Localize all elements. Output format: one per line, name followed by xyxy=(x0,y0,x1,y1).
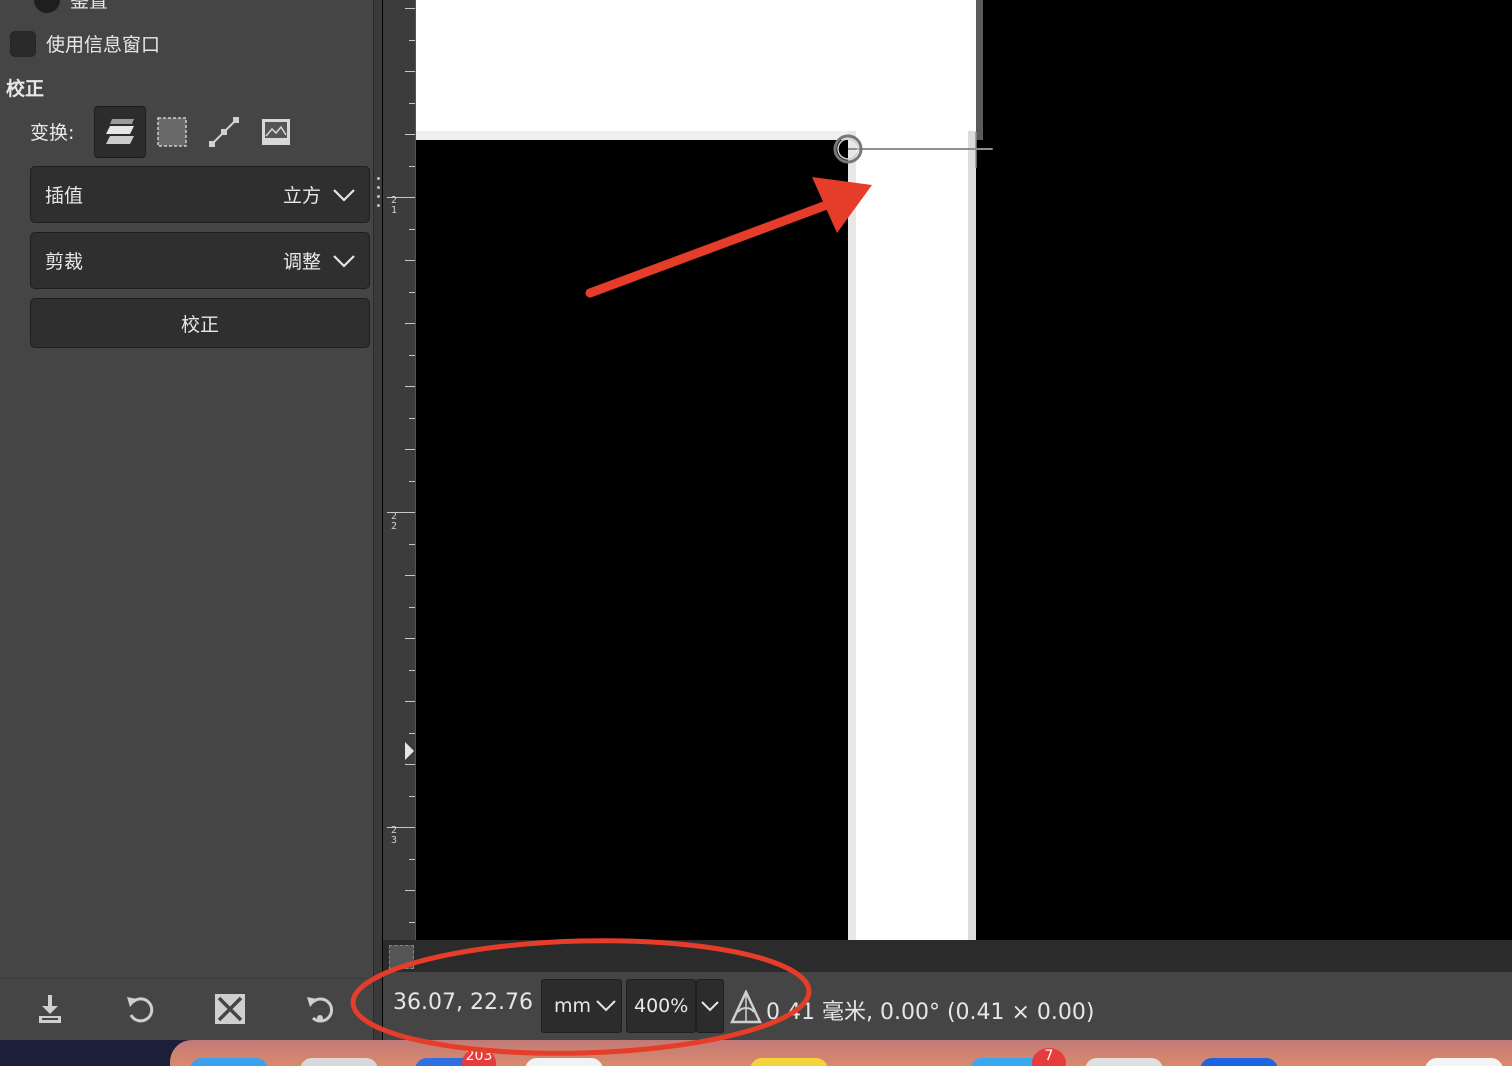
section-title-correct: 校正 xyxy=(6,78,45,100)
correct-button[interactable]: 校正 xyxy=(30,298,370,348)
ruler-tick xyxy=(409,859,415,860)
horizontal-scroll-strip xyxy=(383,940,1512,972)
dock-app-7[interactable] xyxy=(1085,1058,1163,1066)
transform-image-button[interactable] xyxy=(250,106,302,158)
dock-app-8[interactable] xyxy=(1200,1058,1278,1066)
unit-select[interactable]: mm xyxy=(541,979,622,1033)
ruler-tick xyxy=(409,922,415,923)
ruler-tick xyxy=(405,323,415,324)
panel-divider[interactable] xyxy=(373,0,382,1040)
save-preset-icon xyxy=(39,995,61,1023)
transform-label: 变换: xyxy=(30,122,75,144)
transform-layer-button[interactable] xyxy=(94,106,146,158)
ruler-tick xyxy=(409,670,415,671)
tool-options-bottom-bar xyxy=(0,978,373,1040)
dock-app-finder[interactable] xyxy=(190,1058,268,1066)
ruler-tick xyxy=(409,481,415,482)
clipping-label: 剪裁 xyxy=(45,251,84,273)
dock-app-notes[interactable] xyxy=(750,1058,828,1066)
chevron-down-icon xyxy=(333,254,355,268)
ruler-tick xyxy=(405,386,415,387)
ruler-tick xyxy=(405,134,415,135)
ruler-tick xyxy=(405,8,415,9)
grip-dot xyxy=(377,204,380,207)
selection-icon xyxy=(157,117,187,147)
dock-app-2[interactable] xyxy=(300,1058,378,1066)
grip-dot xyxy=(377,186,380,189)
ruler-label: 23 xyxy=(390,825,398,846)
tool-options-panel: 鉴置 使用信息窗口 校正 变换: 插值 立方 剪裁 调整 校正 xyxy=(0,0,373,978)
delete-preset-icon xyxy=(215,994,245,1024)
save-preset-button[interactable] xyxy=(30,989,70,1029)
ruler-tick xyxy=(405,575,415,576)
ruler-tick xyxy=(409,103,415,104)
ruler-tick xyxy=(409,229,415,230)
measure-readout: 0.41 毫米, 0.00° (0.41 × 0.00) xyxy=(766,1000,1095,1025)
restore-preset-button[interactable] xyxy=(120,989,160,1029)
restore-icon xyxy=(127,997,154,1023)
grip-dot xyxy=(377,195,380,198)
path-icon xyxy=(209,117,239,147)
ruler-tick xyxy=(409,544,415,545)
ruler-tick xyxy=(409,796,415,797)
zoom-input[interactable]: 400% xyxy=(626,979,696,1033)
vertical-ruler[interactable]: 21 22 23 xyxy=(383,0,416,940)
status-bar: 36.07, 22.76 mm 400% 0.41 毫米, 0.00° (0.4… xyxy=(383,972,1512,1040)
dock-app-9[interactable] xyxy=(1425,1058,1503,1066)
ruler-tick xyxy=(405,71,415,72)
dock-app-4[interactable] xyxy=(525,1058,603,1066)
canvas-image xyxy=(416,0,1512,940)
macos-dock: 203 7 xyxy=(170,1040,1512,1066)
transform-path-button[interactable] xyxy=(198,106,250,158)
ruler-pointer-icon xyxy=(405,742,414,760)
clipping-combo[interactable]: 剪裁 调整 xyxy=(30,232,370,289)
interpolation-value: 立方 xyxy=(282,185,321,207)
ruler-tick xyxy=(405,638,415,639)
navigate-icon[interactable] xyxy=(389,945,414,969)
ruler-label: 22 xyxy=(390,511,398,532)
interpolation-combo[interactable]: 插值 立方 xyxy=(30,166,370,223)
image-canvas[interactable] xyxy=(416,0,1512,940)
pointer-coordinates: 36.07, 22.76 xyxy=(393,990,533,1015)
ruler-tick xyxy=(409,733,415,734)
ruler-tick xyxy=(405,764,415,765)
reset-button[interactable] xyxy=(300,989,340,1029)
ruler-tick xyxy=(409,40,415,41)
ruler-tick xyxy=(405,701,415,702)
delete-preset-button[interactable] xyxy=(210,989,250,1029)
chevron-down-icon xyxy=(596,1000,616,1012)
zoom-value: 400% xyxy=(634,995,689,1017)
use-info-window-option[interactable]: 使用信息窗口 xyxy=(10,30,160,57)
zoom-dropdown-button[interactable] xyxy=(696,979,724,1033)
measure-tool-icon xyxy=(730,990,762,1024)
grip-dot xyxy=(377,177,380,180)
interpolation-label: 插值 xyxy=(45,185,84,207)
radio-button[interactable] xyxy=(34,0,60,13)
use-info-window-checkbox[interactable] xyxy=(10,30,36,57)
image-icon xyxy=(262,119,290,145)
clipping-value: 调整 xyxy=(282,251,321,273)
ruler-tick xyxy=(409,355,415,356)
ruler-tick xyxy=(405,890,415,891)
transform-selection-button[interactable] xyxy=(146,106,198,158)
chevron-down-icon xyxy=(333,188,355,202)
unit-value: mm xyxy=(554,995,592,1017)
ruler-tick xyxy=(409,166,415,167)
ruler-tick xyxy=(405,260,415,261)
radio-label: 鉴置 xyxy=(70,0,109,12)
reset-icon xyxy=(307,997,333,1023)
ruler-tick xyxy=(409,418,415,419)
ruler-tick xyxy=(409,607,415,608)
ruler-tick xyxy=(405,449,415,450)
ruler-tick xyxy=(409,292,415,293)
dock-badge: 203 xyxy=(462,1048,496,1066)
radio-option[interactable]: 鉴置 xyxy=(34,0,108,13)
chevron-down-icon xyxy=(701,1001,719,1012)
layer-icon xyxy=(106,119,134,144)
ruler-label: 21 xyxy=(390,195,398,216)
dock-badge: 7 xyxy=(1032,1048,1066,1066)
use-info-window-label: 使用信息窗口 xyxy=(46,34,161,56)
